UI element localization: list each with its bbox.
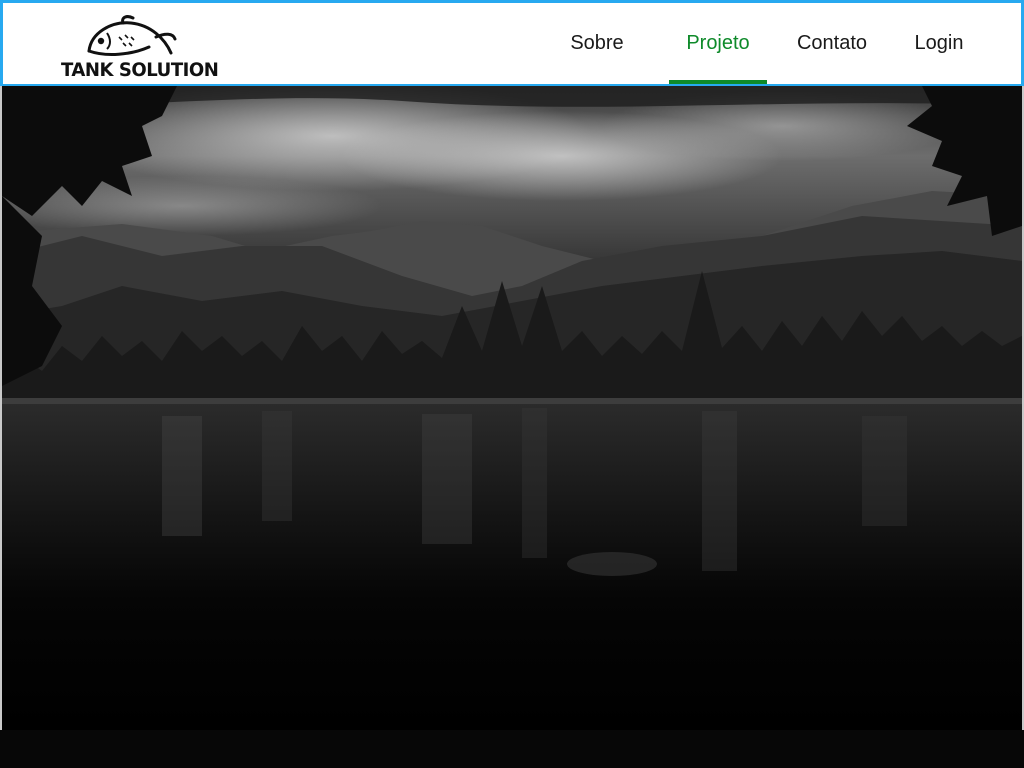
brand-name: TANK SOLUTION — [61, 59, 219, 81]
hero-image — [2, 86, 1022, 730]
nav-login-label: Login — [914, 32, 964, 54]
nav-login[interactable]: Login — [907, 3, 971, 84]
nav-projeto[interactable]: Projeto — [669, 3, 767, 84]
nav-contato[interactable]: Contato — [788, 3, 876, 84]
nav-projeto-label: Projeto — [686, 32, 750, 54]
nav-contato-label: Contato — [796, 32, 868, 54]
bottom-band — [0, 730, 1024, 768]
navbar: TANK SOLUTION Sobre Projeto Contato Logi… — [0, 0, 1024, 86]
page-frame: TANK SOLUTION Sobre Projeto Contato Logi… — [0, 0, 1024, 730]
brand-logo[interactable]: TANK SOLUTION — [61, 13, 219, 81]
nav-sobre-label: Sobre — [570, 32, 624, 54]
nav-sobre[interactable]: Sobre — [559, 3, 635, 84]
landscape-photo — [2, 86, 1022, 730]
fish-icon — [87, 15, 177, 56]
